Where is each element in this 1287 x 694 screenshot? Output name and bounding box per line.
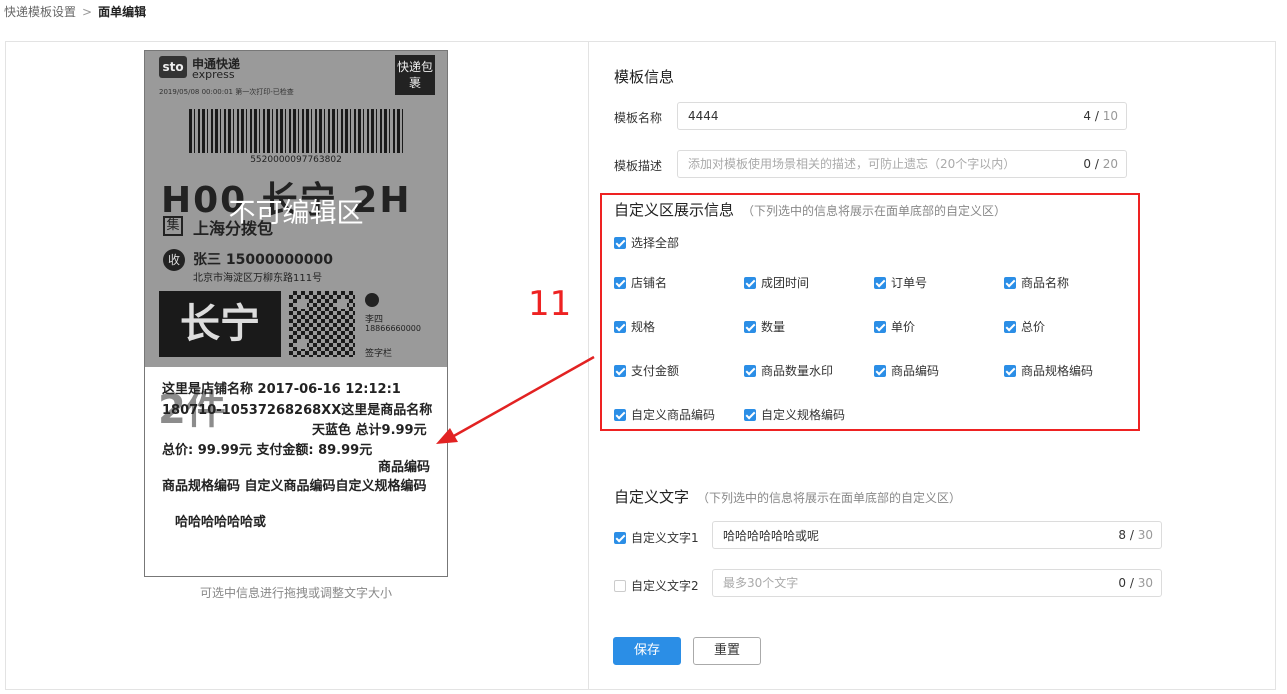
custom-spec-total[interactable]: 天蓝色 总计9.99元 [312,419,427,438]
annotation-number: 11 [528,284,572,324]
template-name-counter: 4 / 10 [1083,109,1118,123]
receiver-address: 北京市海淀区万柳东路111号 [193,273,323,284]
custom-spec-codes[interactable]: 商品规格编码 自定义商品编码自定义规格编码 [162,475,427,494]
annotation-highlight-box [600,193,1140,431]
custom-text1-field[interactable]: 8 / 30 [712,521,1162,549]
checkbox-checked-icon[interactable] [874,276,886,289]
waybill-preview: sto 申通快递 express 2019/05/08 00:00:01 第一次… [144,50,448,577]
option-product-name[interactable]: 商品名称 [1004,274,1069,291]
custom-area-subtitle: （下列选中的信息将展示在面单底部的自定义区） [742,204,1007,218]
template-name-label: 模板名称 [614,111,663,125]
custom-text2-input[interactable] [713,570,1161,596]
custom-text-subtitle: （下列选中的信息将展示在面单底部的自定义区） [697,491,962,505]
option-payment[interactable]: 支付金额 [614,362,679,379]
checkbox-checked-icon[interactable] [1004,276,1016,289]
option-quantity[interactable]: 数量 [744,318,785,335]
breadcrumb-current: 面单编辑 [98,5,147,19]
save-button[interactable]: 保存 [613,637,681,665]
custom-text-title: 自定义文字 （下列选中的信息将展示在面单底部的自定义区） [614,488,962,506]
checkbox-checked-icon[interactable] [1004,320,1016,333]
qr-code [289,291,355,357]
breadcrumb-parent[interactable]: 快递模板设置 [4,5,76,19]
checkbox-unchecked-icon[interactable] [614,579,626,592]
checkbox-checked-icon[interactable] [614,276,626,289]
checkbox-checked-icon[interactable] [614,320,626,333]
custom-text2-checkbox[interactable]: 自定义文字2 [614,577,699,594]
template-desc-counter: 0 / 20 [1083,157,1118,171]
checkbox-checked-icon[interactable] [1004,364,1016,377]
custom-sku-code[interactable]: 商品编码 [378,456,430,475]
custom-text-line[interactable]: 哈哈哈哈哈哈或 [175,511,266,530]
hub-icon: 集 [163,216,183,236]
option-custom-spec-code[interactable]: 自定义规格编码 [744,406,845,423]
template-desc-label: 模板描述 [614,159,663,173]
non-editable-area: sto 申通快递 express 2019/05/08 00:00:01 第一次… [145,51,447,367]
template-desc-field[interactable]: 0 / 20 [677,150,1127,178]
checkbox-checked-icon[interactable] [874,320,886,333]
checkbox-checked-icon[interactable] [744,364,756,377]
select-all-checkbox[interactable]: 选择全部 [614,234,679,251]
template-info-title: 模板信息 [614,68,675,86]
option-spec[interactable]: 规格 [614,318,655,335]
checkbox-checked-icon[interactable] [744,408,756,421]
template-name-input[interactable] [678,103,1126,129]
option-product-code[interactable]: 商品编码 [874,362,939,379]
checkbox-checked-icon[interactable] [614,364,626,377]
custom-text1-counter: 8 / 30 [1118,528,1153,542]
custom-text2-counter: 0 / 30 [1118,576,1153,590]
checkbox-checked-icon[interactable] [614,236,626,249]
receiver-icon: 收 [163,249,185,271]
checkbox-checked-icon[interactable] [744,320,756,333]
template-name-field[interactable]: 4 / 10 [677,102,1127,130]
custom-text1-input[interactable] [713,522,1161,548]
district-box: 长宁 [159,291,281,357]
receiver: 张三 15000000000 [193,252,334,268]
custom-store-time[interactable]: 这里是店铺名称 2017-06-16 12:12:1 [162,378,404,397]
non-editable-label: 不可编辑区 [228,198,364,229]
option-custom-product-code[interactable]: 自定义商品编码 [614,406,715,423]
breadcrumb: 快递模板设置 > 面单编辑 [4,3,146,20]
custom-order-item[interactable]: 180710-10537268268XX这里是商品名称 [162,399,432,418]
panel-divider [588,42,589,689]
option-group-time[interactable]: 成团时间 [744,274,809,291]
sender-phone: 18866660000 [365,324,421,333]
print-date: 2019/05/08 00:00:01 第一次打印-已检查 [159,88,294,96]
hub-name: 上海分拨包 [193,219,274,238]
signature-field: 签字栏 [365,349,393,359]
checkbox-checked-icon[interactable] [614,531,626,544]
option-order-no[interactable]: 订单号 [874,274,927,291]
option-store-name[interactable]: 店铺名 [614,274,667,291]
option-unit-price[interactable]: 单价 [874,318,915,335]
option-spec-code[interactable]: 商品规格编码 [1004,362,1093,379]
custom-area-title: 自定义区展示信息 （下列选中的信息将展示在面单底部的自定义区） [614,201,1007,219]
reset-button[interactable]: 重置 [693,637,761,665]
brand-en: express [192,68,235,81]
custom-text1-checkbox[interactable]: 自定义文字1 [614,529,699,546]
template-desc-input[interactable] [678,151,1126,177]
custom-text2-field[interactable]: 0 / 30 [712,569,1162,597]
custom-price-pay[interactable]: 总价: 99.99元 支付金额: 89.99元 [162,439,372,458]
sender-icon [365,293,379,307]
option-qty-watermark[interactable]: 商品数量水印 [744,362,833,379]
barcode [189,109,403,153]
checkbox-checked-icon[interactable] [614,408,626,421]
barcode-number: 5520000097763802 [250,155,342,165]
package-tag: 快递包裹 [395,55,435,95]
checkbox-checked-icon[interactable] [874,364,886,377]
checkbox-checked-icon[interactable] [744,276,756,289]
breadcrumb-separator: > [82,5,93,19]
sto-logo-icon: sto [159,56,187,78]
preview-hint: 可选中信息进行拖拽或调整文字大小 [199,586,392,600]
option-total-price[interactable]: 总价 [1004,318,1045,335]
